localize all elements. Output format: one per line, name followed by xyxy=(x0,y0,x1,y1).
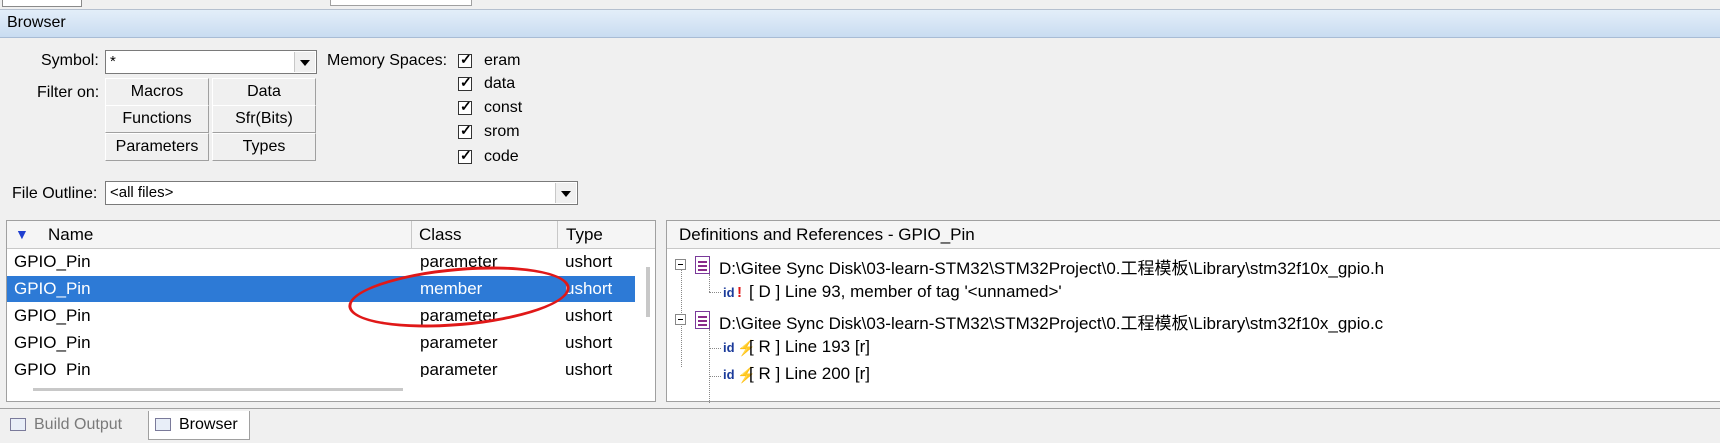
tab-browser[interactable]: Browser xyxy=(148,411,250,440)
window-title: Browser xyxy=(7,14,66,31)
definitions-references-pane: Definitions and References - GPIO_Pin D:… xyxy=(666,220,1720,403)
cell-name: GPIO_Pin xyxy=(14,252,91,271)
collapse-icon[interactable] xyxy=(675,259,686,270)
tree-line xyxy=(709,376,721,377)
memory-space-label: srom xyxy=(484,123,520,140)
symbol-label: Symbol: xyxy=(41,52,99,69)
file-outline-combobox[interactable]: <all files> xyxy=(105,181,578,205)
filter-data-button[interactable]: Data xyxy=(212,78,316,106)
tree-ref-node[interactable]: id! [ D ] Line 93, member of tag '<unnam… xyxy=(723,282,1423,306)
chevron-down-icon[interactable] xyxy=(555,183,576,203)
vertical-scrollbar[interactable] xyxy=(643,249,653,399)
column-name[interactable]: ▼ Name xyxy=(7,221,412,248)
definitions-title: Definitions and References - GPIO_Pin xyxy=(679,225,975,244)
cell-type: ushort xyxy=(565,360,613,377)
top-strip xyxy=(0,0,1720,10)
top-field-left xyxy=(2,0,82,7)
filter-parameters-button[interactable]: Parameters xyxy=(105,133,209,161)
cell-type: ushort xyxy=(565,333,613,352)
bottom-tab-bar: Build Output Browser xyxy=(0,408,1720,443)
checkbox-code[interactable] xyxy=(458,147,472,164)
cell-class: parameter xyxy=(420,360,498,377)
cell-name: GPIO_Pin xyxy=(14,306,91,325)
symbol-value: * xyxy=(110,53,116,70)
checkbox-data[interactable] xyxy=(458,74,472,91)
source-file-icon xyxy=(695,256,710,274)
memory-space-label: const xyxy=(484,99,523,116)
tab-label: Browser xyxy=(179,416,238,433)
filter-macros-button[interactable]: Macros xyxy=(105,78,209,106)
memory-spaces-label: Memory Spaces: xyxy=(327,52,448,69)
table-row[interactable]: GPIO_Pin parameter ushort xyxy=(7,357,635,377)
definitions-header: Definitions and References - GPIO_Pin xyxy=(667,221,1720,249)
tree-line xyxy=(709,329,710,403)
cell-type: ushort xyxy=(565,306,613,325)
column-type[interactable]: Type xyxy=(558,221,654,248)
ref-text: [ R ] Line 193 [r] xyxy=(749,337,870,356)
tree-ref-node[interactable]: id ⚡ [ R ] Line 200 [r] xyxy=(723,364,1423,388)
tree-file-node[interactable]: D:\Gitee Sync Disk\03-learn-STM32\STM32P… xyxy=(675,254,1715,278)
definition-icon: id! xyxy=(723,284,742,301)
cell-type: ushort xyxy=(565,252,613,271)
cell-name: GPIO_Pin xyxy=(14,333,91,352)
cell-class: parameter xyxy=(420,333,498,352)
sort-descending-icon: ▼ xyxy=(15,226,29,242)
chevron-down-icon[interactable] xyxy=(294,52,315,72)
symbol-list[interactable]: ▼ Name Class Type GPIO_Pin parameter ush… xyxy=(6,220,656,402)
filter-functions-button[interactable]: Functions xyxy=(105,105,209,133)
checkbox-srom[interactable] xyxy=(458,122,472,139)
column-type-label: Type xyxy=(566,225,603,244)
horizontal-scrollbar[interactable] xyxy=(33,388,403,391)
source-file-icon xyxy=(695,311,710,329)
ref-text: [ R ] Line 200 [r] xyxy=(749,364,870,383)
checkbox-eram[interactable] xyxy=(458,51,472,68)
file-path: D:\Gitee Sync Disk\03-learn-STM32\STM32P… xyxy=(719,259,1385,278)
collapse-icon[interactable] xyxy=(675,314,686,325)
build-output-icon xyxy=(10,418,26,431)
memory-space-label: eram xyxy=(484,52,521,69)
column-class[interactable]: Class xyxy=(412,221,558,248)
top-field-right xyxy=(330,0,472,6)
cell-name: GPIO_Pin xyxy=(14,279,91,298)
tree-ref-node[interactable]: id ⚡ [ R ] Line 193 [r] xyxy=(723,337,1423,361)
memory-space-label: data xyxy=(484,75,516,92)
browser-title-bar: Browser xyxy=(0,10,1720,38)
memory-space-label: code xyxy=(484,148,519,165)
ref-text: [ D ] Line 93, member of tag '<unnamed>' xyxy=(749,282,1062,301)
reference-icon: id ⚡ xyxy=(723,340,756,357)
cell-name: GPIO_Pin xyxy=(14,360,91,377)
file-outline-label: File Outline: xyxy=(12,185,98,202)
scrollbar-thumb[interactable] xyxy=(646,267,650,317)
tab-label: Build Output xyxy=(34,416,123,433)
filter-on-label: Filter on: xyxy=(37,84,100,101)
column-class-label: Class xyxy=(419,225,462,244)
tree-line xyxy=(709,292,721,293)
file-outline-value: <all files> xyxy=(110,184,174,201)
tree-file-node[interactable]: D:\Gitee Sync Disk\03-learn-STM32\STM32P… xyxy=(675,309,1715,333)
tree-line xyxy=(709,348,721,349)
symbol-list-header: ▼ Name Class Type xyxy=(7,221,655,249)
symbol-combobox[interactable]: * xyxy=(105,50,317,74)
cell-type: ushort xyxy=(565,279,613,298)
filter-types-button[interactable]: Types xyxy=(212,133,316,161)
reference-icon: id ⚡ xyxy=(723,367,756,384)
browser-icon xyxy=(155,418,171,431)
column-name-label: Name xyxy=(48,225,94,244)
table-row[interactable]: GPIO_Pin parameter ushort xyxy=(7,330,635,356)
filter-sfr-bits-button[interactable]: Sfr(Bits) xyxy=(212,105,316,133)
checkbox-const[interactable] xyxy=(458,98,472,115)
tab-build-output[interactable]: Build Output xyxy=(4,411,144,439)
file-path: D:\Gitee Sync Disk\03-learn-STM32\STM32P… xyxy=(719,314,1384,333)
